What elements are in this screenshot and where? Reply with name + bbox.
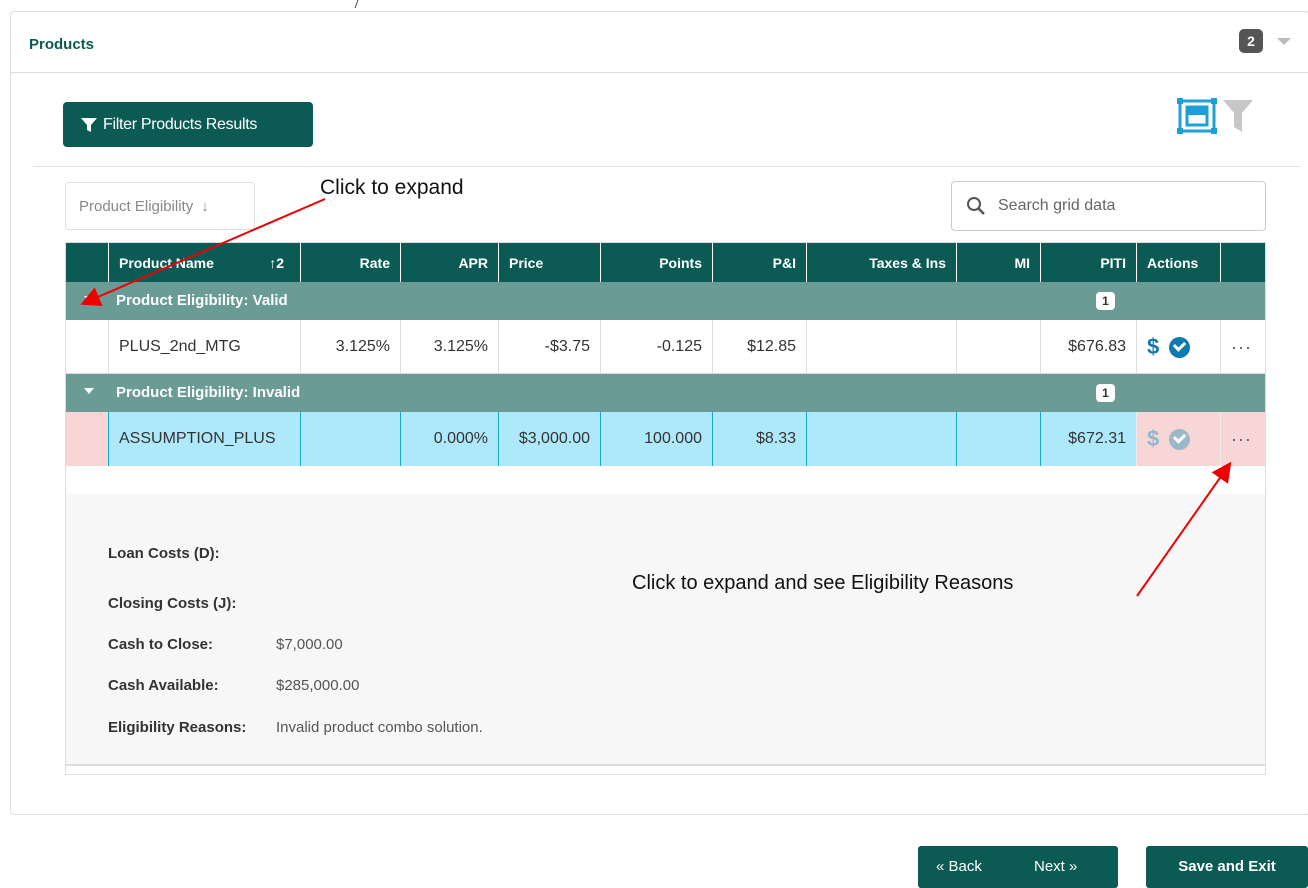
caret-down-icon[interactable] (84, 388, 94, 394)
header-points[interactable]: Points (600, 243, 712, 282)
cell-product-name: ASSUMPTION_PLUS (108, 412, 300, 466)
header-product-name-label: Product Name (119, 255, 214, 271)
caret-down-icon[interactable] (84, 296, 94, 302)
cell-points: -0.125 (600, 320, 712, 374)
table-row[interactable]: PLUS_2nd_MTG 3.125% 3.125% -$3.75 -0.125… (66, 320, 1265, 374)
chevron-down-icon[interactable] (1277, 38, 1291, 45)
loan-costs-label: Loan Costs (D): (108, 545, 220, 562)
header-pi[interactable]: P&I (712, 243, 806, 282)
cell-price: $3,000.00 (498, 412, 600, 466)
products-panel: Products 2 Filter Products Results Produ… (10, 11, 1308, 815)
group-row-invalid[interactable]: Product Eligibility: Invalid 1 (66, 374, 1265, 412)
cash-available-label: Cash Available: (108, 677, 219, 694)
header-taxes-ins[interactable]: Taxes & Ins (806, 243, 956, 282)
sort-down-icon[interactable]: ↓ (201, 198, 209, 215)
header-rate[interactable]: Rate (300, 243, 400, 282)
cell-points: 100.000 (600, 412, 712, 466)
search-input[interactable] (998, 197, 1248, 215)
check-circle-icon[interactable] (1169, 429, 1191, 451)
cell-actions: $ (1136, 412, 1220, 466)
annotation-expand-row: Click to expand and see Eligibility Reas… (632, 572, 1014, 594)
cell-mi (956, 412, 1040, 466)
products-grid: Product Name ↑2 Rate APR Price Points P&… (65, 242, 1266, 775)
row-invalid-marker (66, 412, 108, 466)
layout-toggle-icon[interactable] (1177, 98, 1217, 134)
eligibility-reasons-value: Invalid product combo solution. (276, 719, 483, 736)
header-product-name[interactable]: Product Name ↑2 (108, 243, 300, 282)
panel-header[interactable]: Products 2 (11, 12, 1308, 73)
cell-apr: 0.000% (400, 412, 498, 466)
group-row-valid[interactable]: Product Eligibility: Valid 1 (66, 282, 1265, 320)
group-label: Product Eligibility: Valid (116, 292, 288, 309)
eligibility-reasons-label: Eligibility Reasons: (108, 719, 247, 736)
cell-piti: $676.83 (1040, 320, 1136, 374)
top-edge-mark (354, 0, 364, 8)
cell-taxes-ins (806, 412, 956, 466)
back-next-button-group: « Back Next » (918, 846, 1118, 888)
header-mi[interactable]: MI (956, 243, 1040, 282)
cash-to-close-label: Cash to Close: (108, 636, 214, 653)
check-circle-icon[interactable] (1169, 337, 1191, 359)
filter-icon (81, 117, 97, 132)
table-row-selected[interactable]: ASSUMPTION_PLUS 0.000% $3,000.00 100.000… (66, 412, 1265, 466)
next-button[interactable]: Next » (1034, 858, 1077, 875)
group-count-badge: 1 (1096, 384, 1115, 402)
search-icon (967, 197, 985, 215)
closing-costs-label: Closing Costs (J): (108, 595, 237, 612)
header-spacer (66, 243, 108, 282)
filter-products-label: Filter Products Results (103, 115, 258, 133)
group-by-label: Product Eligibility (79, 197, 194, 215)
cell-pi: $12.85 (712, 320, 806, 374)
row-detail-panel: Loan Costs (D): Closing Costs (J): Cash … (66, 494, 1265, 764)
cell-actions: $ (1136, 320, 1220, 374)
grid-bottom-strip (66, 764, 1265, 774)
price-dollar-icon[interactable]: $ (1147, 426, 1159, 451)
cash-available-value: $285,000.00 (276, 677, 360, 694)
filter-products-button[interactable]: Filter Products Results (63, 102, 313, 147)
cell-product-name: PLUS_2nd_MTG (108, 320, 300, 374)
panel-title: Products (29, 36, 95, 53)
cell-pi: $8.33 (712, 412, 806, 466)
search-box[interactable] (951, 181, 1266, 231)
more-options-icon[interactable]: ··· (1231, 337, 1252, 357)
header-actions: Actions (1136, 243, 1220, 282)
column-filter-icon[interactable] (1223, 100, 1253, 132)
cash-to-close-value: $7,000.00 (276, 636, 343, 653)
save-and-exit-button[interactable]: Save and Exit (1146, 846, 1308, 888)
header-more (1220, 243, 1265, 282)
group-count-badge: 1 (1096, 292, 1115, 310)
group-by-chip[interactable]: Product Eligibility ↓ (65, 182, 255, 230)
header-piti[interactable]: PITI (1040, 243, 1136, 282)
row-spacer (66, 320, 108, 374)
cell-mi (956, 320, 1040, 374)
group-label: Product Eligibility: Invalid (116, 384, 301, 401)
back-button[interactable]: « Back (936, 858, 982, 875)
header-apr[interactable]: APR (400, 243, 498, 282)
cell-piti: $672.31 (1040, 412, 1136, 466)
cell-apr: 3.125% (400, 320, 498, 374)
cell-taxes-ins (806, 320, 956, 374)
header-price[interactable]: Price (498, 243, 600, 282)
sort-up-icon: ↑2 (269, 255, 284, 271)
annotation-expand-group: Click to expand (320, 176, 464, 199)
more-options-icon[interactable]: ··· (1231, 429, 1252, 449)
grid-header: Product Name ↑2 Rate APR Price Points P&… (66, 243, 1265, 282)
cell-rate (300, 412, 400, 466)
cell-price: -$3.75 (498, 320, 600, 374)
cell-more: ··· (1220, 412, 1265, 466)
toolbar-divider (33, 166, 1301, 167)
panel-count-badge: 2 (1239, 29, 1263, 53)
cell-rate: 3.125% (300, 320, 400, 374)
cell-more: ··· (1220, 320, 1265, 374)
price-dollar-icon[interactable]: $ (1147, 334, 1159, 359)
